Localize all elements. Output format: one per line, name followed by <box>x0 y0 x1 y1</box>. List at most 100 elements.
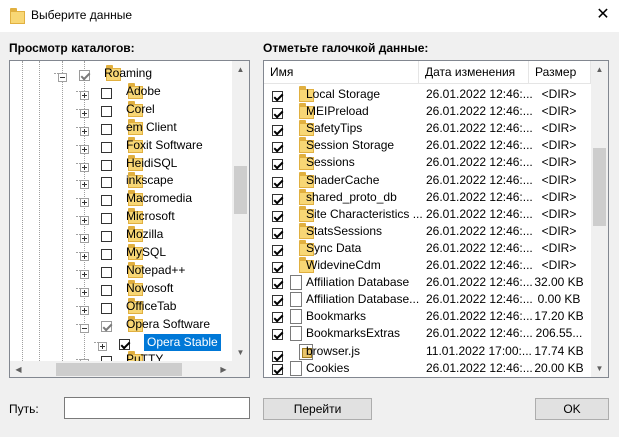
list-scroll-up-icon[interactable]: ▲ <box>591 61 608 78</box>
tree-item[interactable]: Macromedia <box>10 190 232 208</box>
tree-checkbox[interactable] <box>101 266 112 278</box>
list-row[interactable]: Sync Data 26.01.2022 12:46:... <DIR> <box>264 239 591 257</box>
tree-item[interactable]: Adobe <box>10 82 232 100</box>
expand-plus-icon[interactable] <box>80 287 89 297</box>
list-row[interactable]: shared_proto_db 26.01.2022 12:46:... <DIR> <box>264 188 591 206</box>
row-checkbox[interactable] <box>272 262 283 273</box>
list-row[interactable]: Local Storage 26.01.2022 12:46:... <DIR> <box>264 86 591 103</box>
row-checkbox[interactable] <box>272 91 283 102</box>
tree-checkbox[interactable] <box>101 320 112 332</box>
expand-plus-icon[interactable] <box>80 252 89 261</box>
scroll-right-icon[interactable]: ▶ <box>215 361 232 377</box>
list-row[interactable]: ShaderCache 26.01.2022 12:46:... <DIR> <box>264 171 591 189</box>
tree-item[interactable]: OfficeTab <box>10 297 232 315</box>
column-date-header[interactable]: Дата изменения <box>419 61 529 83</box>
tree-item[interactable]: Opera Stable <box>10 333 232 351</box>
tree-item[interactable]: Microsoft <box>10 208 232 226</box>
list-scroll-down-icon[interactable]: ▼ <box>591 360 608 377</box>
list-row[interactable]: Bookmarks 26.01.2022 12:46:... 17.20 KB <box>264 308 591 325</box>
tree-item[interactable]: MySQL <box>10 244 232 261</box>
scroll-left-icon[interactable]: ◀ <box>10 361 27 377</box>
expand-plus-icon[interactable] <box>80 90 89 100</box>
column-name-header[interactable]: Имя <box>264 61 419 83</box>
expand-plus-icon[interactable] <box>98 341 107 351</box>
go-button[interactable]: Перейти <box>263 398 372 420</box>
tree-checkbox[interactable] <box>101 302 112 314</box>
tree-checkbox[interactable] <box>101 249 112 260</box>
row-checkbox[interactable] <box>272 329 283 341</box>
row-checkbox[interactable] <box>272 363 283 375</box>
tree-checkbox[interactable] <box>101 177 112 189</box>
folder-tree[interactable]: Roaming Adobe Corel em Client Foxit Software… <box>9 60 250 378</box>
list-row[interactable]: WidevineCdm 26.01.2022 12:46:... <DIR> <box>264 257 591 274</box>
list-row[interactable]: Site Characteristics ... 26.01.2022 12:46… <box>264 205 591 223</box>
collapse-minus-icon[interactable] <box>80 323 89 333</box>
expand-plus-icon[interactable] <box>80 216 89 226</box>
tree-vscroll-thumb[interactable] <box>234 166 247 214</box>
tree-item[interactable]: HeidiSQL <box>10 154 232 172</box>
list-row[interactable]: browser.js 11.01.2022 17:00:... 17.74 KB <box>264 343 591 362</box>
tree-hscrollbar[interactable]: ◀ ▶ <box>10 361 232 377</box>
tree-checkbox[interactable] <box>101 231 112 243</box>
tree-item[interactable]: inkscape <box>10 172 232 190</box>
tree-item[interactable]: Notepad++ <box>10 261 232 279</box>
list-row[interactable]: Affiliation Database... 26.01.2022 12:46:… <box>264 291 591 308</box>
expand-plus-icon[interactable] <box>80 269 89 279</box>
tree-checkbox[interactable] <box>101 87 112 99</box>
expand-plus-icon[interactable] <box>80 126 89 136</box>
tree-checkbox[interactable] <box>101 159 112 171</box>
expand-plus-icon[interactable] <box>80 234 89 244</box>
tree-checkbox[interactable] <box>101 213 112 225</box>
list-row[interactable]: MEIPreload 26.01.2022 12:46:... <DIR> <box>264 103 591 120</box>
tree-item[interactable]: Corel <box>10 100 232 118</box>
row-checkbox[interactable] <box>272 295 283 307</box>
row-checkbox[interactable] <box>272 159 283 171</box>
tree-item[interactable]: em Client <box>10 118 232 136</box>
ok-button[interactable]: OK <box>535 398 609 420</box>
list-row[interactable]: Session Storage 26.01.2022 12:46:... <DIR> <box>264 137 591 154</box>
list-row[interactable]: StatsSessions 26.01.2022 12:46:... <DIR> <box>264 222 591 240</box>
list-row[interactable]: Affiliation Database 26.01.2022 12:46:...… <box>264 274 591 291</box>
tree-item[interactable]: Foxit Software <box>10 136 232 154</box>
list-row[interactable]: Cookies 26.01.2022 12:46:... 20.00 KB <box>264 360 591 377</box>
row-checkbox[interactable] <box>272 210 283 222</box>
column-size-header[interactable]: Размер <box>529 61 591 83</box>
row-checkbox[interactable] <box>272 193 283 205</box>
collapse-minus-icon[interactable] <box>58 73 67 82</box>
row-checkbox[interactable] <box>272 142 283 154</box>
tree-checkbox[interactable] <box>101 123 112 135</box>
tree-checkbox[interactable] <box>101 195 112 207</box>
row-checkbox[interactable] <box>272 312 283 324</box>
scroll-down-icon[interactable]: ▼ <box>232 344 249 361</box>
row-checkbox[interactable] <box>272 244 283 256</box>
tree-checkbox[interactable] <box>101 105 112 117</box>
expand-plus-icon[interactable] <box>80 162 89 172</box>
close-icon[interactable]: ✕ <box>592 5 614 25</box>
row-checkbox[interactable] <box>272 227 283 239</box>
path-input[interactable] <box>64 397 250 419</box>
tree-item[interactable]: Novosoft <box>10 279 232 297</box>
tree-checkbox[interactable] <box>101 141 112 153</box>
tree-item[interactable]: Mozilla <box>10 226 232 244</box>
row-checkbox[interactable] <box>272 125 283 137</box>
tree-item[interactable]: Opera Software <box>10 315 232 333</box>
list-row[interactable]: BookmarksExtras 26.01.2022 12:46:... 206.5… <box>264 325 591 342</box>
row-checkbox[interactable] <box>272 278 283 290</box>
row-checkbox[interactable] <box>272 176 283 188</box>
expand-plus-icon[interactable] <box>80 305 89 315</box>
tree-item[interactable]: PuTTY <box>10 351 232 361</box>
list-vscroll-thumb[interactable] <box>593 148 606 226</box>
expand-plus-icon[interactable] <box>80 108 89 118</box>
tree-item[interactable]: Roaming <box>10 65 232 82</box>
row-checkbox[interactable] <box>272 108 283 120</box>
expand-plus-icon[interactable] <box>80 144 89 154</box>
tree-checkbox[interactable] <box>119 338 130 350</box>
list-row[interactable]: Sessions 26.01.2022 12:46:... <DIR> <box>264 154 591 171</box>
list-vscrollbar[interactable]: ▲ ▼ <box>591 61 608 377</box>
tree-checkbox[interactable] <box>101 284 112 296</box>
tree-checkbox[interactable] <box>79 70 90 81</box>
file-list[interactable]: Имя Дата изменения Размер Local Storage 2… <box>263 60 609 378</box>
expand-plus-icon[interactable] <box>80 198 89 208</box>
scroll-up-icon[interactable]: ▲ <box>232 61 249 78</box>
tree-vscrollbar[interactable]: ▲ ▼ <box>232 61 249 361</box>
